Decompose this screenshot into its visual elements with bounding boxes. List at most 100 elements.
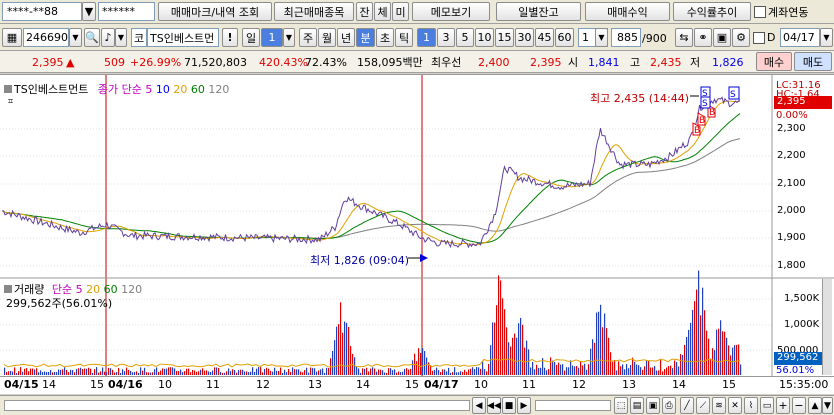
stock-code-dropdown-icon[interactable]: ▼ xyxy=(69,28,82,47)
volume-bar xyxy=(216,367,218,375)
crosshair-icon[interactable]: ⌗ xyxy=(8,97,13,107)
volume-bar xyxy=(662,371,664,375)
period-day[interactable]: 일 xyxy=(242,28,260,47)
volume-bar xyxy=(670,365,672,375)
period-num-dropdown-icon[interactable]: ▼ xyxy=(283,28,295,47)
volume-bar xyxy=(468,369,470,375)
account-link-toggle[interactable]: 계좌연동 xyxy=(754,4,808,20)
memo-button[interactable]: 메모보기 xyxy=(412,2,490,21)
capture-icon[interactable]: ▣ xyxy=(646,397,660,414)
scroll-prev-icon[interactable]: ◀◀ xyxy=(487,397,501,414)
date-input[interactable]: 04/17 xyxy=(780,28,820,47)
unfilled-button[interactable]: 미 xyxy=(392,2,409,21)
account-dropdown-icon[interactable]: ▼ xyxy=(82,2,96,21)
print-icon[interactable]: ⎙ xyxy=(662,397,676,414)
stop-icon[interactable]: ■ xyxy=(502,397,516,414)
return-trend-button[interactable]: 수익률추이 xyxy=(673,2,751,21)
bar-count-input[interactable]: 885 xyxy=(611,28,641,47)
draw-channel-icon[interactable]: ≋ xyxy=(712,397,726,414)
account-link-checkbox[interactable] xyxy=(754,6,766,18)
search-icon[interactable]: 🔍 xyxy=(84,28,100,47)
sound-dropdown-icon[interactable]: ▼ xyxy=(115,28,127,47)
y-tick: 2,000 xyxy=(777,205,806,216)
volume-bar xyxy=(406,368,408,375)
zoom-fit-icon[interactable]: ⬚ xyxy=(614,397,628,414)
sell-button[interactable]: 매도 xyxy=(794,52,832,71)
volume-bar xyxy=(578,367,580,375)
interval-45[interactable]: 45 xyxy=(535,28,554,47)
interval-1[interactable]: 1 xyxy=(417,28,436,47)
chart-menu-icon[interactable]: ▦ xyxy=(2,28,22,47)
date-picker-icon[interactable]: ▼ xyxy=(820,28,833,47)
interval-5[interactable]: 5 xyxy=(456,28,474,47)
link-icon[interactable]: ⚭ xyxy=(694,28,712,47)
interval-30[interactable]: 30 xyxy=(515,28,534,47)
date-checkbox[interactable] xyxy=(753,31,765,44)
period-year[interactable]: 년 xyxy=(337,28,355,47)
period-month[interactable]: 월 xyxy=(318,28,336,47)
save-icon[interactable]: ▣ xyxy=(713,28,731,47)
balance-button[interactable]: 잔 xyxy=(356,2,373,21)
interval-60[interactable]: 60 xyxy=(555,28,574,47)
volume-bar xyxy=(130,370,132,375)
buy-button[interactable]: 매수 xyxy=(756,52,792,71)
sound-icon[interactable]: ♪ xyxy=(101,28,115,47)
volume-panel-menu-icon[interactable] xyxy=(4,285,12,293)
draw-line-icon[interactable]: ╱ xyxy=(680,397,694,414)
period-tick[interactable]: 틱 xyxy=(395,28,413,47)
scroll-start-icon[interactable]: ◀ xyxy=(472,397,486,414)
volume-bar xyxy=(92,372,94,375)
chart-scrollbar[interactable] xyxy=(4,400,470,411)
stock-code-input[interactable]: 246690 xyxy=(23,28,69,47)
layout-icon[interactable]: ▤ xyxy=(630,397,644,414)
play-icon[interactable]: ▶ xyxy=(517,397,531,414)
scroll-up-icon[interactable]: ▲ xyxy=(808,397,822,414)
volume-bar xyxy=(660,358,662,375)
x-label: 13 xyxy=(622,378,636,391)
volume-bar xyxy=(320,369,322,375)
stock-name[interactable]: TS인베스트먼 xyxy=(147,28,219,47)
draw-trend-icon[interactable]: ⟋ xyxy=(696,397,710,414)
volume-bar xyxy=(654,366,656,375)
volume-bar xyxy=(722,331,724,375)
account-select[interactable]: ****-**88 xyxy=(2,2,82,21)
volume-bar xyxy=(424,351,426,375)
volume-bar xyxy=(256,368,258,375)
volume-bar xyxy=(74,372,76,375)
ma20-period: 20 xyxy=(173,83,188,96)
volume-bar xyxy=(100,371,102,375)
daily-balance-button[interactable]: 일별잔고 xyxy=(496,2,581,21)
volume-scrollbar[interactable] xyxy=(822,279,832,375)
sync-icon[interactable]: ⇆ xyxy=(675,28,693,47)
draw-fib-icon[interactable]: ⌇ xyxy=(744,397,758,414)
scroll-down-icon[interactable]: ▼ xyxy=(822,397,833,414)
trade-profit-button[interactable]: 매매수익 xyxy=(585,2,670,21)
chart-area[interactable]: B B B S S S TS인베스트먼트 종가 단순 5 10 20 60 12… xyxy=(0,74,834,394)
volume-bar xyxy=(44,371,46,375)
volume-bar xyxy=(698,270,700,375)
date-toggle[interactable]: D xyxy=(753,31,775,44)
password-field[interactable]: ****** xyxy=(98,2,155,21)
trade-marks-button[interactable]: 매매마크/내역 조회 xyxy=(158,2,272,21)
period-week[interactable]: 주 xyxy=(299,28,317,47)
interval-3[interactable]: 3 xyxy=(437,28,455,47)
draw-cross-icon[interactable]: ✕ xyxy=(728,397,742,414)
period-minute[interactable]: 분 xyxy=(356,28,375,47)
alert-icon[interactable]: ! xyxy=(222,28,238,47)
period-second[interactable]: 초 xyxy=(376,28,394,47)
zoom-out-icon[interactable]: − xyxy=(792,397,806,414)
draw-box-icon[interactable]: ▭ xyxy=(760,397,774,414)
executed-button[interactable]: 체 xyxy=(374,2,391,21)
volume-bar xyxy=(270,370,272,375)
interval-15[interactable]: 15 xyxy=(495,28,514,47)
interval-dropdown-icon[interactable]: ▼ xyxy=(595,28,608,47)
panel-menu-icon[interactable] xyxy=(4,85,12,93)
volume-bar xyxy=(380,369,382,375)
zoom-slider[interactable] xyxy=(535,400,611,411)
recent-trades-button[interactable]: 최근매매종목 xyxy=(274,2,354,21)
period-num[interactable]: 1 xyxy=(261,28,283,47)
zoom-in-icon[interactable]: + xyxy=(776,397,790,414)
volume-bar xyxy=(404,368,406,375)
gear-icon[interactable]: ⚙ xyxy=(732,28,750,47)
interval-10[interactable]: 10 xyxy=(475,28,494,47)
